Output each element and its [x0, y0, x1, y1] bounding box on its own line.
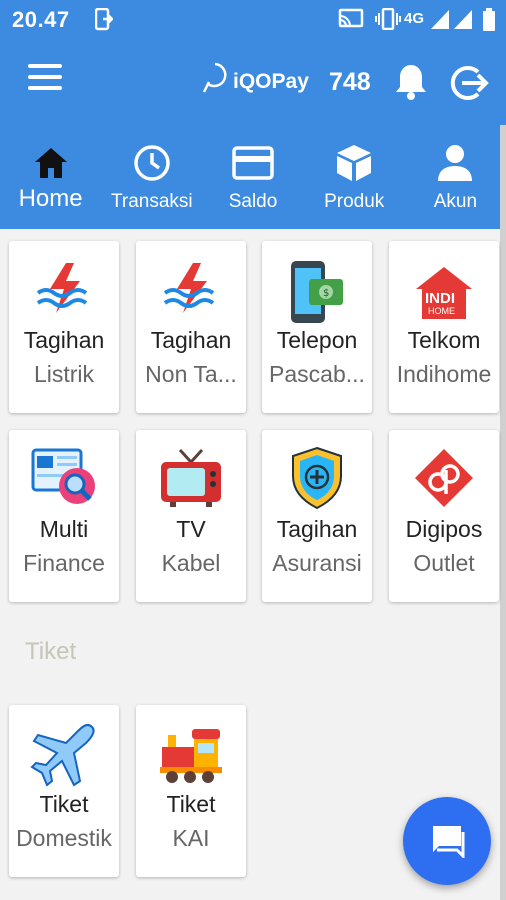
- tab-produk[interactable]: Produk: [304, 125, 405, 229]
- brand-name: iQOPay: [233, 70, 309, 93]
- electricity-icon: [9, 261, 119, 317]
- tab-label: Home: [18, 185, 83, 212]
- tab-transaksi[interactable]: Transaksi: [101, 125, 202, 229]
- home-icon: [0, 143, 101, 183]
- tab-label: Akun: [433, 191, 478, 212]
- app-bar: iQOPay 748: [0, 40, 506, 125]
- finance-icon: [9, 446, 119, 508]
- electricity-icon: [136, 261, 246, 317]
- status-bar: 20.47 4G: [0, 0, 506, 40]
- product-subtitle: Kabel: [161, 550, 221, 576]
- brand-logo-icon: [200, 60, 234, 104]
- airplane-icon: [9, 723, 119, 789]
- product-telepon-pascabayar[interactable]: $ Telepon Pascab...: [262, 241, 372, 413]
- box-icon: [304, 143, 405, 183]
- tab-label: Transaksi: [110, 191, 193, 212]
- signal-icon-2: [453, 8, 473, 35]
- product-tagihan-non-taglis[interactable]: Tagihan Non Ta...: [136, 241, 246, 413]
- product-multi-finance[interactable]: Multi Finance: [9, 430, 119, 602]
- tab-akun[interactable]: Akun: [405, 125, 506, 229]
- section-label-tiket: Tiket: [25, 638, 77, 665]
- indihome-logo-line2: HOME: [428, 306, 455, 316]
- indihome-icon: INDI HOME: [389, 265, 499, 321]
- tv-icon: [136, 446, 246, 508]
- card-icon: [202, 143, 303, 183]
- cast-icon: [338, 8, 364, 35]
- tab-label: Produk: [324, 191, 385, 212]
- product-title: Tiket: [39, 791, 89, 817]
- product-title: Tiket: [166, 791, 216, 817]
- product-title: Multi: [39, 516, 89, 542]
- phone-bill-icon: $: [262, 259, 372, 325]
- clock-icon: [101, 143, 202, 183]
- notification-button[interactable]: [392, 62, 430, 102]
- product-tiket-kai[interactable]: Tiket KAI: [136, 705, 246, 877]
- chat-icon: [433, 826, 465, 858]
- person-icon: [405, 143, 506, 183]
- tab-home[interactable]: Home: [0, 125, 101, 229]
- scrollbar[interactable]: [500, 125, 506, 900]
- nav-tabs: Home Transaksi Saldo Produk Akun: [0, 125, 506, 229]
- product-subtitle: KAI: [172, 825, 210, 851]
- product-title: Tagihan: [150, 327, 232, 353]
- product-tv-kabel[interactable]: TV Kabel: [136, 430, 246, 602]
- product-subtitle: Listrik: [33, 361, 95, 387]
- product-subtitle: Indihome: [396, 361, 492, 387]
- insurance-shield-icon: [262, 446, 372, 510]
- digipos-icon: [389, 448, 499, 508]
- product-title: Digipos: [405, 516, 483, 542]
- logout-icon: [450, 66, 489, 100]
- product-title: TV: [176, 516, 206, 542]
- menu-icon: [28, 64, 62, 68]
- product-subtitle: Asuransi: [272, 550, 362, 576]
- tab-saldo[interactable]: Saldo: [202, 125, 303, 229]
- product-title: Tagihan: [23, 327, 105, 353]
- chat-fab-button[interactable]: [403, 797, 491, 885]
- product-title: Telkom: [407, 327, 481, 353]
- product-title: Telepon: [276, 327, 358, 353]
- product-subtitle: Finance: [23, 550, 105, 576]
- product-tiket-domestik[interactable]: Tiket Domestik: [9, 705, 119, 877]
- network-type: 4G: [404, 10, 425, 27]
- indihome-logo-line1: INDI: [425, 290, 455, 307]
- bell-icon: [396, 65, 426, 100]
- product-tagihan-asuransi[interactable]: Tagihan Asuransi: [262, 430, 372, 602]
- product-subtitle: Outlet: [413, 550, 475, 576]
- vibrate-icon: [374, 7, 402, 35]
- balance-value[interactable]: 748: [329, 68, 371, 97]
- product-subtitle: Domestik: [16, 825, 112, 851]
- sim-exit-icon: [94, 7, 114, 37]
- tab-label: Saldo: [228, 191, 278, 212]
- product-digipos-outlet[interactable]: Digipos Outlet: [389, 430, 499, 602]
- menu-button[interactable]: [28, 64, 68, 100]
- battery-icon: [482, 8, 496, 37]
- product-title: Tagihan: [276, 516, 358, 542]
- product-subtitle: Non Ta...: [145, 361, 237, 387]
- train-icon: [136, 727, 246, 785]
- status-time: 20.47: [12, 7, 70, 32]
- product-subtitle: Pascab...: [269, 361, 365, 387]
- product-telkom-indihome[interactable]: INDI HOME Telkom Indihome: [389, 241, 499, 413]
- product-tagihan-listrik[interactable]: Tagihan Listrik: [9, 241, 119, 413]
- logout-button[interactable]: [448, 62, 490, 104]
- signal-icon: [430, 8, 450, 35]
- svg-text:$: $: [323, 288, 329, 299]
